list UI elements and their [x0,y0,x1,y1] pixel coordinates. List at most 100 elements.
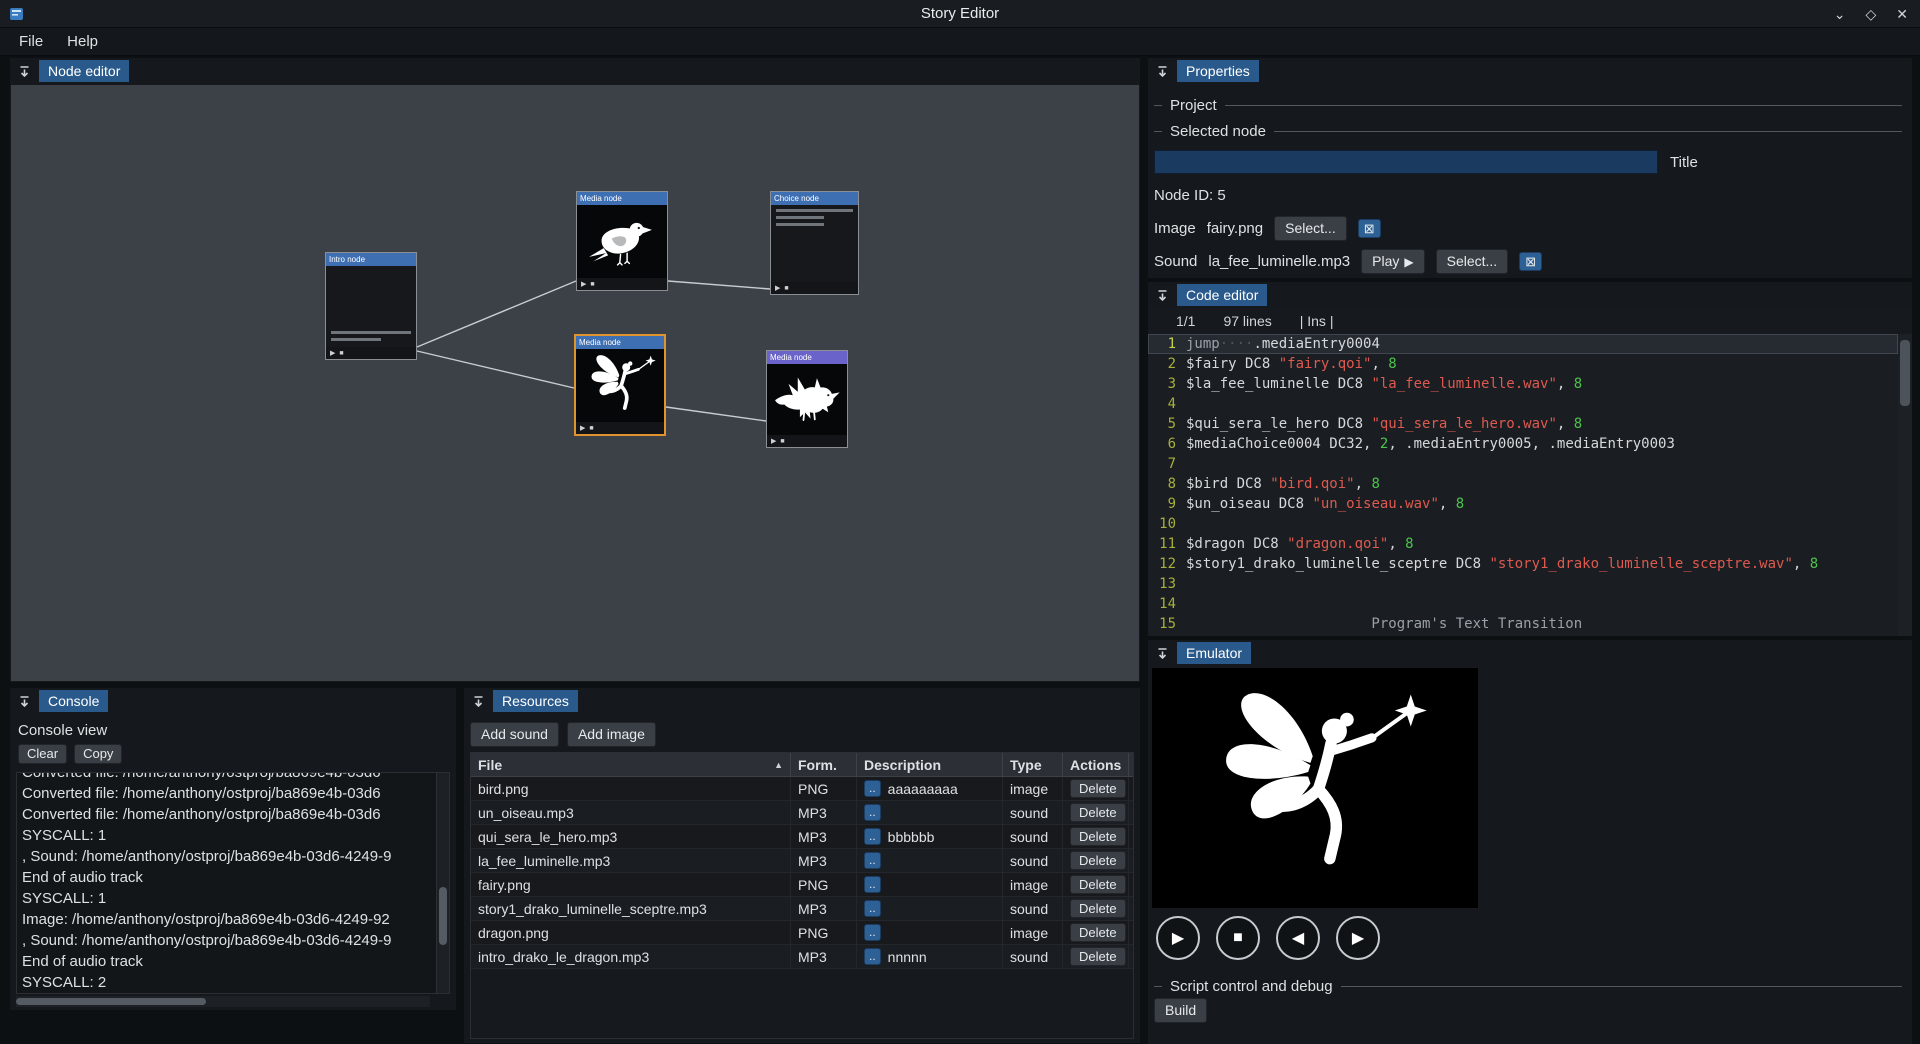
copy-button[interactable]: Copy [74,744,122,764]
node-media-controls[interactable]: ▶ ■ [771,282,858,294]
delete-button[interactable]: Delete [1070,875,1126,895]
panel-title-code-editor[interactable]: Code editor [1177,284,1267,306]
delete-button[interactable]: Delete [1070,827,1126,847]
code-scrollbar-thumb[interactable] [1900,340,1910,406]
panel-title-properties[interactable]: Properties [1177,60,1259,82]
mini-stop-icon[interactable]: ■ [590,281,594,288]
node-media-controls[interactable]: ▶ ■ [326,347,416,359]
table-row[interactable]: qui_sera_le_hero.mp3MP3..bbbbbbsoundDele… [471,825,1133,849]
mini-stop-icon[interactable]: ■ [780,438,784,445]
node-media-dragon[interactable]: Media node ▶ ■ [766,350,848,448]
delete-button[interactable]: Delete [1070,947,1126,967]
menu-file[interactable]: File [8,30,54,53]
console-hscrollbar[interactable] [16,996,430,1007]
mini-play-icon[interactable]: ▶ [771,437,776,445]
description-edit-button[interactable]: .. [864,948,881,965]
mini-play-icon[interactable]: ▶ [775,284,780,292]
image-select-button[interactable]: Select... [1274,216,1347,241]
play-button[interactable]: ▶ [1156,916,1200,960]
add-sound-button[interactable]: Add sound [470,722,559,747]
build-button[interactable]: Build [1154,998,1207,1023]
emulator-panel: Emulator ▶ ■ ◀ ▶ Script control and debu… [1148,640,1912,1044]
line-number: 10 [1148,514,1186,534]
titlebar[interactable]: Story Editor ⌄ ◇ ✕ [0,0,1920,28]
collapse-icon[interactable] [16,693,32,709]
description-edit-button[interactable]: .. [864,780,881,797]
group-script-control: Script control and debug [1170,978,1333,995]
table-row[interactable]: dragon.pngPNG..imageDelete [471,921,1133,945]
collapse-icon[interactable] [470,693,486,709]
code-text: $qui_sera_le_hero DC8 "qui_sera_le_hero.… [1186,414,1582,434]
header-format[interactable]: Form. [791,753,857,776]
node-choice[interactable]: Choice node ▶ ■ [770,191,859,295]
sound-play-button[interactable]: Play▶ [1361,249,1424,274]
clear-button[interactable]: Clear [18,744,67,764]
console-line: , Sound: /home/anthony/ostproj/ba869e4b-… [22,930,449,951]
description-edit-button[interactable]: .. [864,828,881,845]
description-edit-button[interactable]: .. [864,852,881,869]
node-media-controls[interactable]: ▶ ■ [767,435,847,447]
table-row[interactable]: intro_drako_le_dragon.mp3MP3..nnnnnsound… [471,945,1133,969]
mini-stop-icon[interactable]: ■ [339,350,343,357]
table-row[interactable]: fairy.pngPNG..imageDelete [471,873,1133,897]
console-vscrollbar-thumb[interactable] [439,887,447,944]
header-description[interactable]: Description [857,753,1003,776]
table-row[interactable]: la_fee_luminelle.mp3MP3..soundDelete [471,849,1133,873]
header-actions[interactable]: Actions [1063,753,1129,776]
panel-title-console[interactable]: Console [39,690,108,712]
delete-button[interactable]: Delete [1070,779,1126,799]
panel-title-node-editor[interactable]: Node editor [39,60,129,82]
sound-clear-button[interactable]: ⊠ [1519,252,1542,271]
header-type[interactable]: Type [1003,753,1063,776]
node-text-placeholder [776,209,853,212]
sound-select-button[interactable]: Select... [1436,249,1509,274]
table-row[interactable]: story1_drako_luminelle_sceptre.mp3MP3..s… [471,897,1133,921]
description-edit-button[interactable]: .. [864,804,881,821]
panel-title-emulator[interactable]: Emulator [1177,642,1251,664]
table-row[interactable]: un_oiseau.mp3MP3..soundDelete [471,801,1133,825]
description-edit-button[interactable]: .. [864,900,881,917]
console-vscrollbar[interactable] [436,773,449,993]
cell-file: qui_sera_le_hero.mp3 [471,825,791,848]
node-media-bird[interactable]: Media node ▶ ■ [576,191,668,291]
description-edit-button[interactable]: .. [864,876,881,893]
mini-stop-icon[interactable]: ■ [784,285,788,292]
image-clear-button[interactable]: ⊠ [1358,219,1381,238]
cell-type: image [1003,873,1063,896]
header-file[interactable]: File ▲ [471,753,791,776]
mini-stop-icon[interactable]: ■ [589,425,593,432]
maximize-icon[interactable]: ◇ [1865,6,1876,23]
delete-button[interactable]: Delete [1070,803,1126,823]
node-media-controls[interactable]: ▶ ■ [577,278,667,290]
mini-play-icon[interactable]: ▶ [330,349,335,357]
mini-play-icon[interactable]: ▶ [580,424,585,432]
add-image-button[interactable]: Add image [567,722,656,747]
step-back-button[interactable]: ◀ [1276,916,1320,960]
mini-play-icon[interactable]: ▶ [581,280,586,288]
description-text: bbbbbb [888,829,935,845]
node-canvas[interactable]: Intro node ▶ ■ Media node ▶ [10,84,1140,682]
description-edit-button[interactable]: .. [864,924,881,941]
stop-button[interactable]: ■ [1216,916,1260,960]
collapse-icon[interactable] [16,63,32,79]
table-row[interactable]: bird.pngPNG..aaaaaaaaaimageDelete [471,777,1133,801]
delete-button[interactable]: Delete [1070,899,1126,919]
code-scrollbar[interactable] [1898,334,1912,636]
console-hscrollbar-thumb[interactable] [16,998,206,1005]
step-forward-button[interactable]: ▶ [1336,916,1380,960]
panel-title-resources[interactable]: Resources [493,690,578,712]
menu-help[interactable]: Help [56,30,109,53]
minimize-icon[interactable]: ⌄ [1834,6,1846,23]
code-lines[interactable]: 1jump····.mediaEntry00042$fairy DC8 "fai… [1148,334,1898,636]
node-text-placeholder [776,216,824,219]
collapse-icon[interactable] [1154,287,1170,303]
node-intro[interactable]: Intro node ▶ ■ [325,252,417,360]
node-media-fairy[interactable]: Media node ▶ ■ [574,334,666,436]
title-input[interactable] [1154,150,1658,174]
close-icon[interactable]: ✕ [1896,6,1908,23]
delete-button[interactable]: Delete [1070,851,1126,871]
delete-button[interactable]: Delete [1070,923,1126,943]
collapse-icon[interactable] [1154,645,1170,661]
node-media-controls[interactable]: ▶ ■ [576,422,664,434]
collapse-icon[interactable] [1154,63,1170,79]
